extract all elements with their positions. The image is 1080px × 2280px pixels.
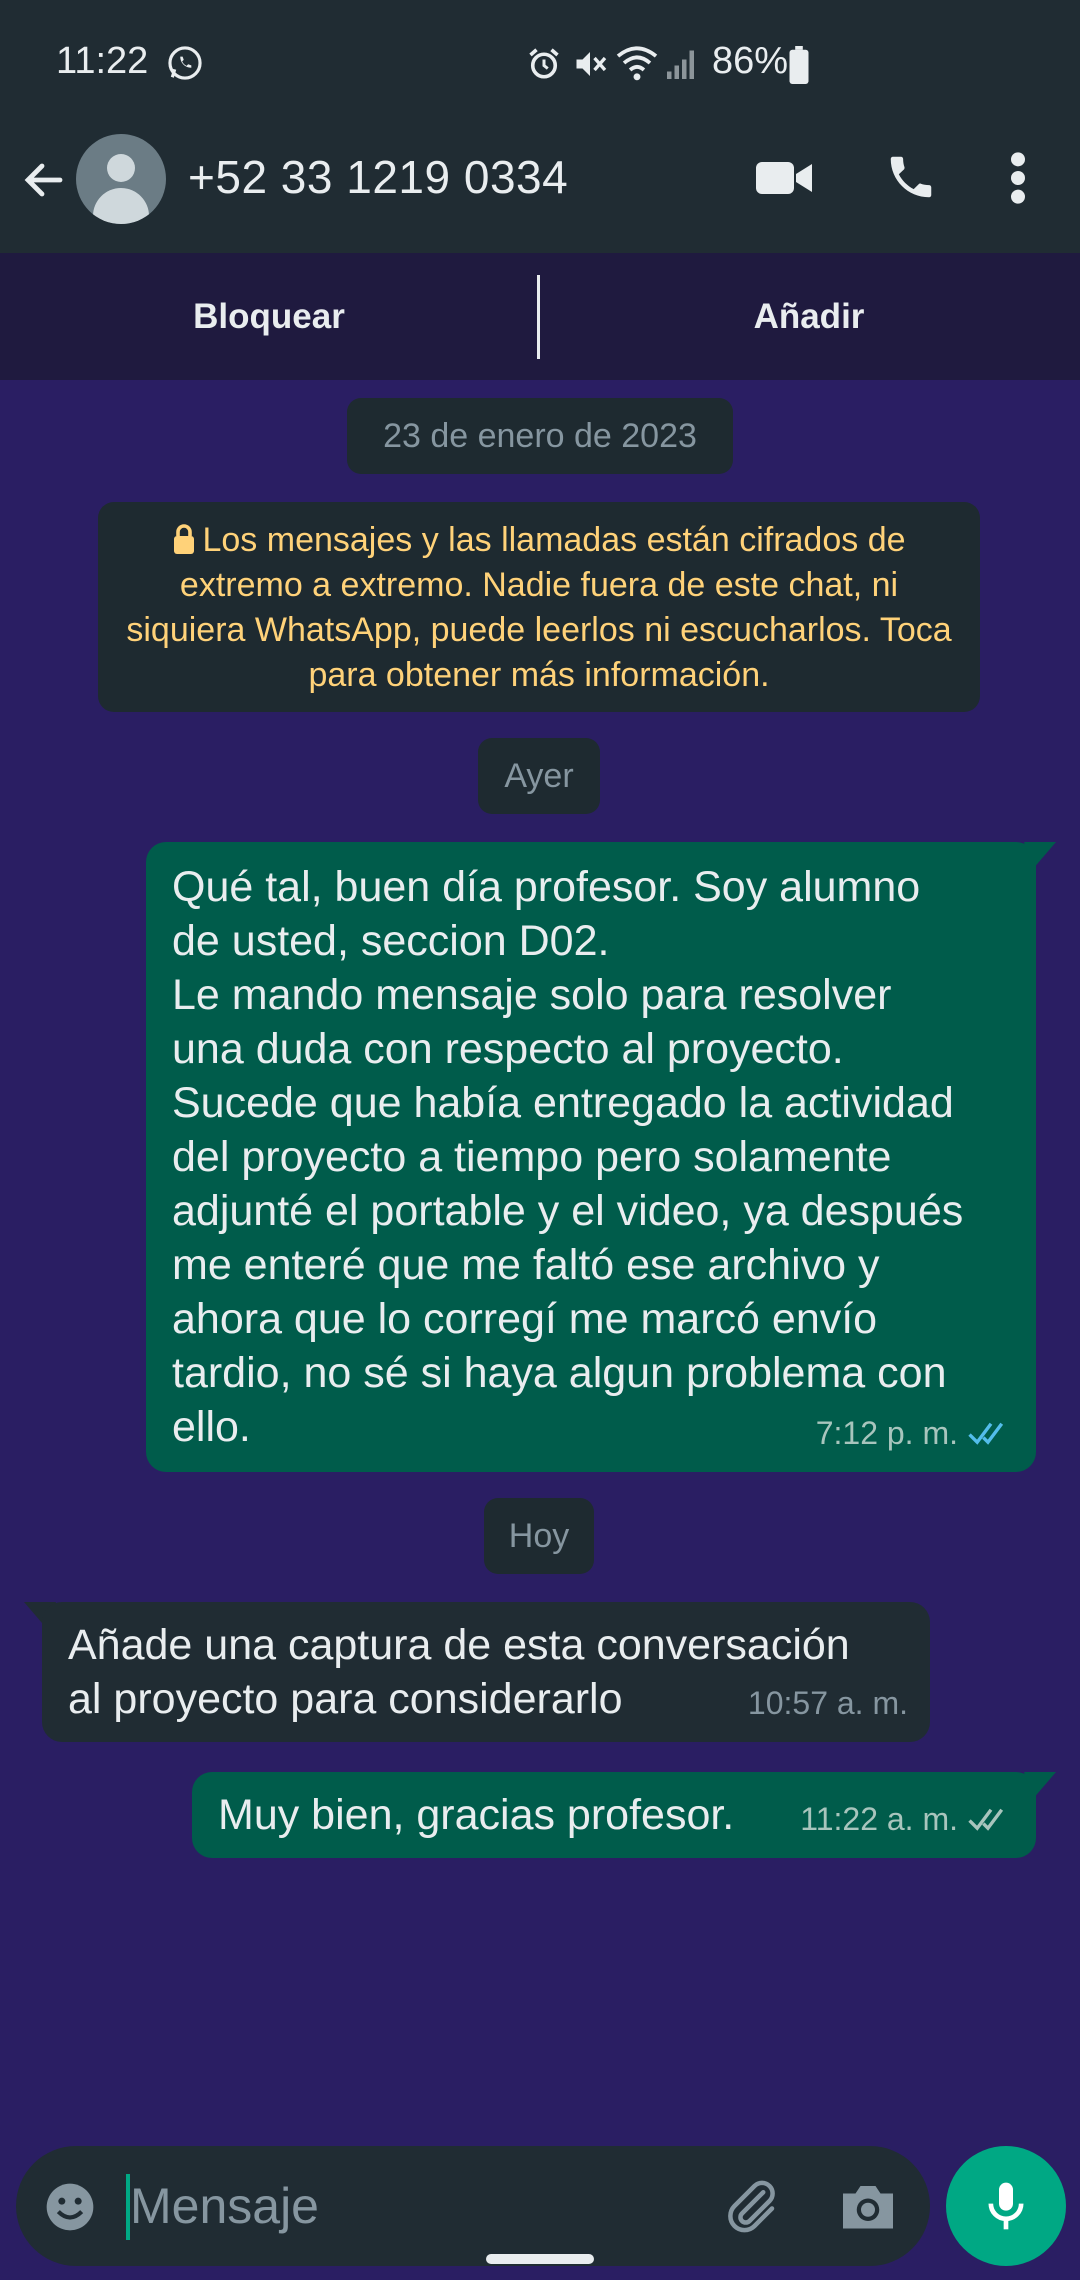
more-vert-icon[interactable] (1006, 150, 1030, 206)
status-bar: 11:22 86% (0, 0, 1080, 128)
home-indicator[interactable] (486, 2254, 594, 2264)
message-time: 7:12 p. m. (815, 1415, 958, 1451)
alarm-icon (529, 48, 559, 79)
top-bar: 11:22 86% +52 33 1219 0334 (0, 0, 1080, 253)
message-time: 11:22 a. m. (800, 1801, 958, 1837)
mute-icon (576, 52, 607, 76)
message-input[interactable] (130, 2170, 690, 2242)
emoji-icon[interactable] (42, 2179, 98, 2235)
message-bubble-outgoing[interactable]: Qué tal, buen día profesor. Soy alumno d… (146, 842, 1036, 1472)
add-contact-button[interactable]: Añadir (540, 253, 1078, 380)
battery-icon (789, 46, 809, 84)
message-meta: 7:12 p. m. (816, 1406, 1014, 1460)
mic-button[interactable] (946, 2146, 1066, 2266)
status-time: 11:22 (56, 40, 149, 82)
bubble-tail (1024, 842, 1056, 870)
message-composer (16, 2146, 930, 2266)
date-chip: 23 de enero de 2023 (347, 398, 733, 474)
lock-icon (174, 524, 195, 554)
encryption-notice[interactable]: Los mensajes y las llamadas están cifrad… (98, 502, 980, 712)
message-bubble-incoming[interactable]: Añade una captura de esta conversación a… (42, 1602, 930, 1742)
block-button[interactable]: Bloquear (0, 253, 538, 380)
camera-icon[interactable] (838, 2178, 898, 2234)
whatsapp-icon (168, 46, 202, 80)
message-meta: 11:22 a. m. (800, 1792, 1014, 1846)
avatar-icon[interactable] (76, 134, 166, 224)
mic-icon (988, 2182, 1024, 2230)
battery-percent: 86% (712, 40, 789, 82)
video-call-icon[interactable] (754, 154, 814, 202)
double-check-icon (968, 1808, 1004, 1831)
back-arrow-icon[interactable] (20, 156, 68, 204)
encryption-text: Los mensajes y las llamadas están cifrad… (126, 521, 952, 694)
message-text: Qué tal, buen día profesor. Soy alumno d… (172, 863, 964, 1451)
message-bubble-outgoing[interactable]: Muy bien, gracias profesor. 11:22 a. m. (192, 1772, 1036, 1858)
bubble-tail (1024, 1772, 1056, 1800)
phone-icon[interactable] (884, 150, 938, 204)
wifi-icon (616, 46, 658, 81)
message-time: 10:57 a. m. (747, 1685, 908, 1721)
signal-icon (667, 50, 694, 79)
unknown-contact-bar: Bloquear Añadir (0, 253, 1080, 380)
date-chip: Hoy (484, 1498, 594, 1574)
date-chip: Ayer (478, 738, 600, 814)
double-check-icon (968, 1422, 1004, 1445)
attach-icon[interactable] (722, 2174, 782, 2238)
contact-title[interactable]: +52 33 1219 0334 (188, 150, 568, 204)
message-meta: 10:57 a. m. (748, 1676, 908, 1730)
app-bar: +52 33 1219 0334 (0, 128, 1080, 253)
